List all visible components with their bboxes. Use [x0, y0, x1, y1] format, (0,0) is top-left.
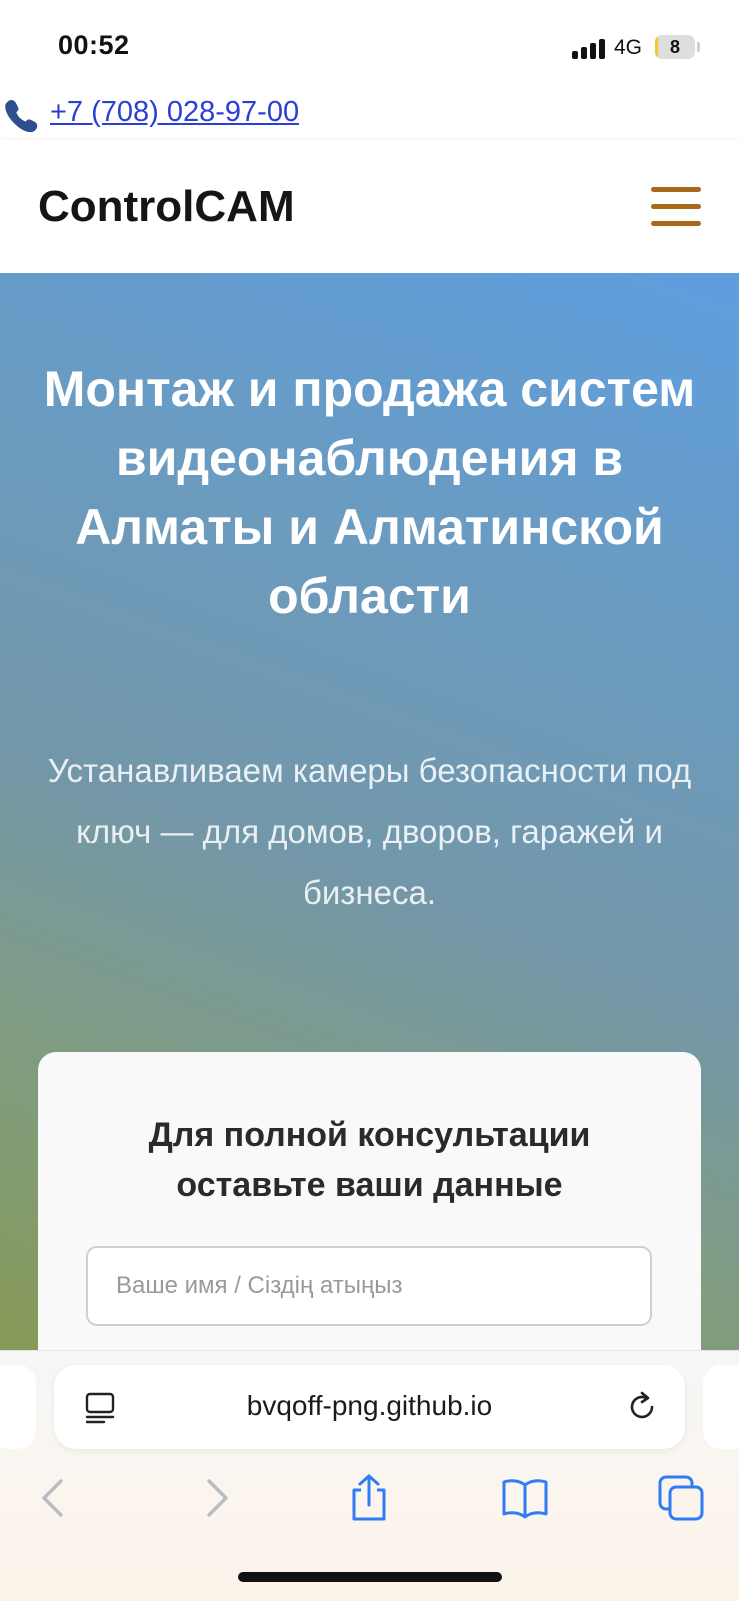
share-icon[interactable] — [344, 1473, 394, 1523]
hero-title: Монтаж и продажа систем видеонаблюдения … — [43, 361, 696, 624]
url-text[interactable]: bvqoff-png.github.io — [134, 1390, 605, 1422]
form-title: Для полной консультации оставьте ваши да… — [148, 1116, 591, 1204]
reload-icon[interactable] — [624, 1389, 660, 1425]
site-header: ControlCAM — [0, 140, 739, 273]
home-indicator — [238, 1572, 502, 1582]
cellular-signal-icon — [572, 37, 606, 59]
browser-toolbar: bvqoff-png.github.io — [0, 1350, 739, 1601]
network-type: 4G — [614, 36, 643, 59]
phone-icon — [5, 100, 38, 133]
status-bar: 00:52 4G 8 — [0, 0, 739, 90]
hamburger-menu-icon[interactable] — [651, 187, 701, 227]
phone-row: +7 (708) 028-97-00 — [0, 92, 739, 136]
battery-icon: 8 — [655, 35, 695, 59]
next-tab-preview[interactable] — [703, 1365, 739, 1449]
tabs-icon[interactable] — [656, 1473, 706, 1523]
battery-level: 8 — [669, 37, 680, 57]
forward-icon[interactable] — [190, 1473, 240, 1523]
back-icon[interactable] — [30, 1473, 80, 1523]
reader-mode-icon[interactable] — [84, 1391, 118, 1425]
battery-nub — [697, 42, 700, 52]
previous-tab-preview[interactable] — [0, 1365, 36, 1449]
bookmarks-icon[interactable] — [500, 1473, 550, 1523]
brand-logo[interactable]: ControlCAM — [38, 182, 295, 232]
address-bar[interactable]: bvqoff-png.github.io — [54, 1365, 685, 1449]
hero-subtitle: Устанавливаем камеры безопасности под кл… — [47, 752, 692, 911]
status-time: 00:52 — [58, 30, 130, 60]
name-input[interactable] — [86, 1246, 652, 1326]
phone-number-link[interactable]: +7 (708) 028-97-00 — [50, 96, 299, 129]
